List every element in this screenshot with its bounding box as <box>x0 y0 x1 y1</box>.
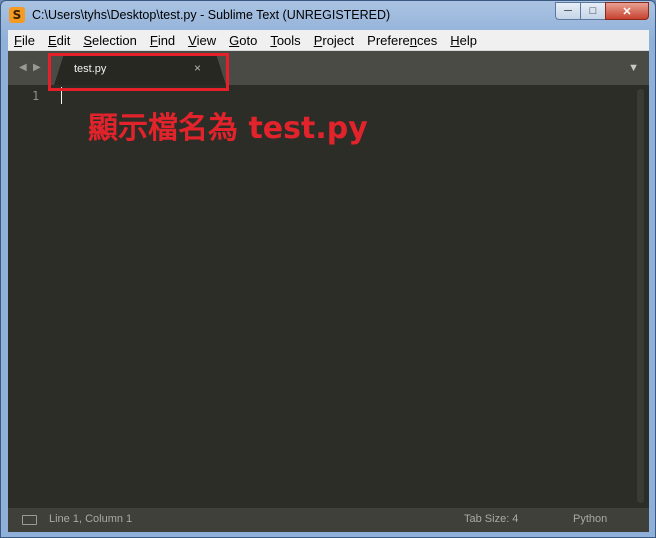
maximize-button[interactable]: □ <box>580 2 606 20</box>
syntax-indicator[interactable]: Python <box>573 513 607 525</box>
cursor-position: Line 1, Column 1 <box>49 513 133 525</box>
close-button[interactable]: ✕ <box>605 2 649 20</box>
minimize-icon: ─ <box>564 5 572 17</box>
close-icon: ✕ <box>622 5 632 18</box>
status-bar: Line 1, Column 1 Tab Size: 4 Python <box>8 508 649 532</box>
menu-file[interactable]: File <box>8 33 42 48</box>
window-controls: ─ □ ✕ <box>555 2 649 20</box>
menu-edit[interactable]: Edit <box>42 33 77 48</box>
menu-goto[interactable]: Goto <box>223 33 264 48</box>
menu-view[interactable]: View <box>182 33 223 48</box>
panel-toggle-icon[interactable] <box>22 515 37 525</box>
menu-tools[interactable]: Tools <box>264 33 307 48</box>
tab-highlight-box <box>48 53 229 91</box>
menu-help[interactable]: Help <box>444 33 484 48</box>
menu-find[interactable]: Find <box>144 33 182 48</box>
title-bar[interactable]: S C:\Users\tyhs\Desktop\test.py - Sublim… <box>1 1 655 31</box>
menu-bar: File Edit Selection Find View Goto Tools… <box>8 30 649 51</box>
minimize-button[interactable]: ─ <box>555 2 581 20</box>
window-title: C:\Users\tyhs\Desktop\test.py - Sublime … <box>32 8 391 22</box>
tab-list-dropdown-icon[interactable]: ▼ <box>628 62 639 74</box>
line-number: 1 <box>32 89 40 103</box>
line-gutter: 1 <box>8 85 54 508</box>
tab-size-indicator[interactable]: Tab Size: 4 <box>464 513 518 525</box>
tab-scroll-left-icon[interactable]: ◀ <box>19 62 27 73</box>
maximize-icon: □ <box>589 5 597 17</box>
editor-area[interactable]: 1 顯示檔名為 test.py <box>8 85 649 508</box>
vertical-scrollbar[interactable] <box>637 89 644 503</box>
menu-project[interactable]: Project <box>308 33 361 48</box>
annotation-text: 顯示檔名為 test.py <box>88 111 368 146</box>
tab-scroll-right-icon[interactable]: ▶ <box>33 62 41 73</box>
menu-selection[interactable]: Selection <box>77 33 143 48</box>
sublime-text-icon: S <box>9 7 25 23</box>
menu-preferences[interactable]: Preferences <box>361 33 444 48</box>
